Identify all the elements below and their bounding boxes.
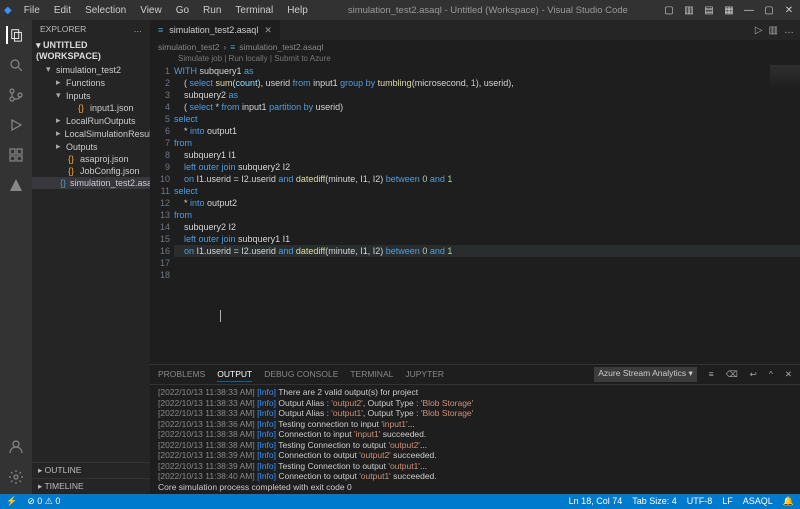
azure-icon[interactable]	[7, 176, 25, 194]
panel-tab-bar: PROBLEMS OUTPUT DEBUG CONSOLE TERMINAL JUPYT…	[150, 365, 800, 385]
panel-tab-debug-console[interactable]: DEBUG CONSOLE	[264, 367, 338, 382]
tree-item-localsimulationresults[interactable]: ▸LocalSimulationResults	[32, 127, 150, 140]
run-debug-icon[interactable]	[7, 116, 25, 134]
text-cursor	[220, 310, 221, 322]
vscode-logo-icon: ◆	[4, 5, 12, 16]
close-button[interactable]: ✕	[782, 5, 796, 16]
tree-item-outputs[interactable]: ▸Outputs	[32, 140, 150, 153]
status-item-0[interactable]: Ln 18, Col 74	[569, 496, 623, 507]
tab-bar: ≡ simulation_test2.asaql ✕ ▷ ▥ …	[150, 20, 800, 40]
file-icon: {}	[66, 166, 76, 176]
tree-item-functions[interactable]: ▸Functions	[32, 76, 150, 89]
layout-custom-icon[interactable]: ▦	[722, 5, 736, 16]
tree-item-inputs[interactable]: ▾Inputs	[32, 89, 150, 102]
editor-tab[interactable]: ≡ simulation_test2.asaql ✕	[150, 20, 281, 40]
tab-file-icon: ≡	[158, 25, 163, 35]
status-item-1[interactable]: Tab Size: 4	[632, 496, 677, 507]
activity-bar	[0, 20, 32, 494]
file-tree: ▾simulation_test2▸Functions▾Inputs{}inpu…	[32, 63, 150, 462]
panel-tab-jupyter[interactable]: JUPYTER	[405, 367, 444, 382]
layout-primary-icon[interactable]: ▢	[662, 5, 676, 16]
status-item-4[interactable]: ASAQL	[743, 496, 773, 507]
layout-panel-icon[interactable]: ▥	[682, 5, 696, 16]
tab-label: simulation_test2.asaql	[169, 25, 258, 35]
tree-item-localrunoutputs[interactable]: ▸LocalRunOutputs	[32, 114, 150, 127]
maximize-button[interactable]: ▢	[762, 5, 776, 16]
status-item-5[interactable]: 🔔	[783, 496, 794, 507]
tree-item-simulation_test2[interactable]: ▾simulation_test2	[32, 63, 150, 76]
credential-server-link[interactable]: http://localhost:8999/	[404, 492, 482, 494]
panel-tab-terminal[interactable]: TERMINAL	[350, 367, 393, 382]
section-outline[interactable]: ▸ OUTLINE	[32, 462, 150, 478]
lock-icon[interactable]: ≡	[709, 367, 714, 382]
status-bar: ⚡ ⊘ 0 ⚠ 0 Ln 18, Col 74 Tab Size: 4 UTF-8 L…	[0, 494, 800, 509]
breadcrumb[interactable]: simulation_test2› ≡simulation_test2.asaq…	[150, 40, 800, 54]
close-panel-icon[interactable]: ✕	[785, 367, 792, 382]
menu-help[interactable]: Help	[281, 3, 314, 18]
split-editor-icon[interactable]: ▥	[769, 25, 778, 36]
minimap[interactable]	[770, 65, 800, 105]
tree-item-input1-json[interactable]: {}input1.json	[32, 102, 150, 114]
menu-selection[interactable]: Selection	[79, 3, 132, 18]
output-content[interactable]: [2022/10/13 11:38:33 AM] [Info] There ar…	[150, 385, 800, 494]
window-controls: ▢ ▥ ▤ ▦ — ▢ ✕	[662, 5, 796, 16]
file-icon: {}	[60, 178, 66, 188]
explorer-more-icon[interactable]: …	[134, 24, 143, 34]
clear-icon[interactable]: ⌫	[726, 367, 738, 382]
explorer-header: EXPLORER …	[32, 20, 150, 38]
tree-item-simulation_test2-asaql[interactable]: {}simulation_test2.asaql	[32, 177, 150, 189]
code-lens[interactable]: Simulate job | Run locally | Submit to A…	[150, 54, 800, 65]
title-bar: ◆ FileEditSelectionViewGoRunTerminalHelp…	[0, 0, 800, 20]
menu-view[interactable]: View	[134, 3, 168, 18]
status-item-3[interactable]: LF	[722, 496, 733, 507]
menu-run[interactable]: Run	[197, 3, 227, 18]
workspace-root[interactable]: ▾ UNTITLED (WORKSPACE)	[32, 38, 150, 63]
file-icon: {}	[66, 154, 76, 164]
status-problems[interactable]: ⊘ 0 ⚠ 0	[27, 496, 60, 507]
explorer-title: EXPLORER	[40, 24, 86, 34]
settings-gear-icon[interactable]	[7, 468, 25, 486]
menu-edit[interactable]: Edit	[48, 3, 77, 18]
editor-area: ≡ simulation_test2.asaql ✕ ▷ ▥ … simulat…	[150, 20, 800, 494]
file-icon: {}	[76, 103, 86, 113]
section-timeline[interactable]: ▸ TIMELINE	[32, 478, 150, 494]
output-channel-dropdown[interactable]: Azure Stream Analytics ▾	[594, 367, 697, 382]
code-content[interactable]: WITH subquery1 as ( select sum(count), u…	[174, 65, 800, 364]
explorer-icon[interactable]	[6, 26, 24, 44]
menu-terminal[interactable]: Terminal	[229, 3, 279, 18]
more-tab-icon[interactable]: …	[784, 25, 794, 36]
remote-indicator[interactable]: ⚡	[6, 496, 17, 507]
bottom-panel: PROBLEMS OUTPUT DEBUG CONSOLE TERMINAL JUPYT…	[150, 364, 800, 494]
tree-item-jobconfig-json[interactable]: {}JobConfig.json	[32, 165, 150, 177]
minimize-button[interactable]: —	[742, 5, 756, 16]
tab-close-icon[interactable]: ✕	[264, 25, 272, 36]
layout-side-icon[interactable]: ▤	[702, 5, 716, 16]
menu-go[interactable]: Go	[170, 3, 195, 18]
search-icon[interactable]	[7, 56, 25, 74]
window-title: simulation_test2.asaql - Untitled (Works…	[314, 5, 662, 16]
menu-bar: FileEditSelectionViewGoRunTerminalHelp	[18, 3, 314, 18]
panel-tab-problems[interactable]: PROBLEMS	[158, 367, 205, 382]
extensions-icon[interactable]	[7, 146, 25, 164]
tree-item-asaproj-json[interactable]: {}asaproj.json	[32, 153, 150, 165]
menu-file[interactable]: File	[18, 3, 46, 18]
line-gutter: 123456789101112131415161718	[150, 65, 174, 364]
status-item-2[interactable]: UTF-8	[687, 496, 713, 507]
account-icon[interactable]	[7, 438, 25, 456]
source-control-icon[interactable]	[7, 86, 25, 104]
panel-tab-output[interactable]: OUTPUT	[217, 367, 252, 382]
run-tab-icon[interactable]: ▷	[755, 25, 763, 36]
wrap-icon[interactable]: ↩	[750, 367, 757, 382]
chevron-up-icon[interactable]: ^	[769, 367, 773, 382]
code-editor[interactable]: 123456789101112131415161718 WITH subquer…	[150, 65, 800, 364]
explorer-sidebar: EXPLORER … ▾ UNTITLED (WORKSPACE) ▾simul…	[32, 20, 150, 494]
